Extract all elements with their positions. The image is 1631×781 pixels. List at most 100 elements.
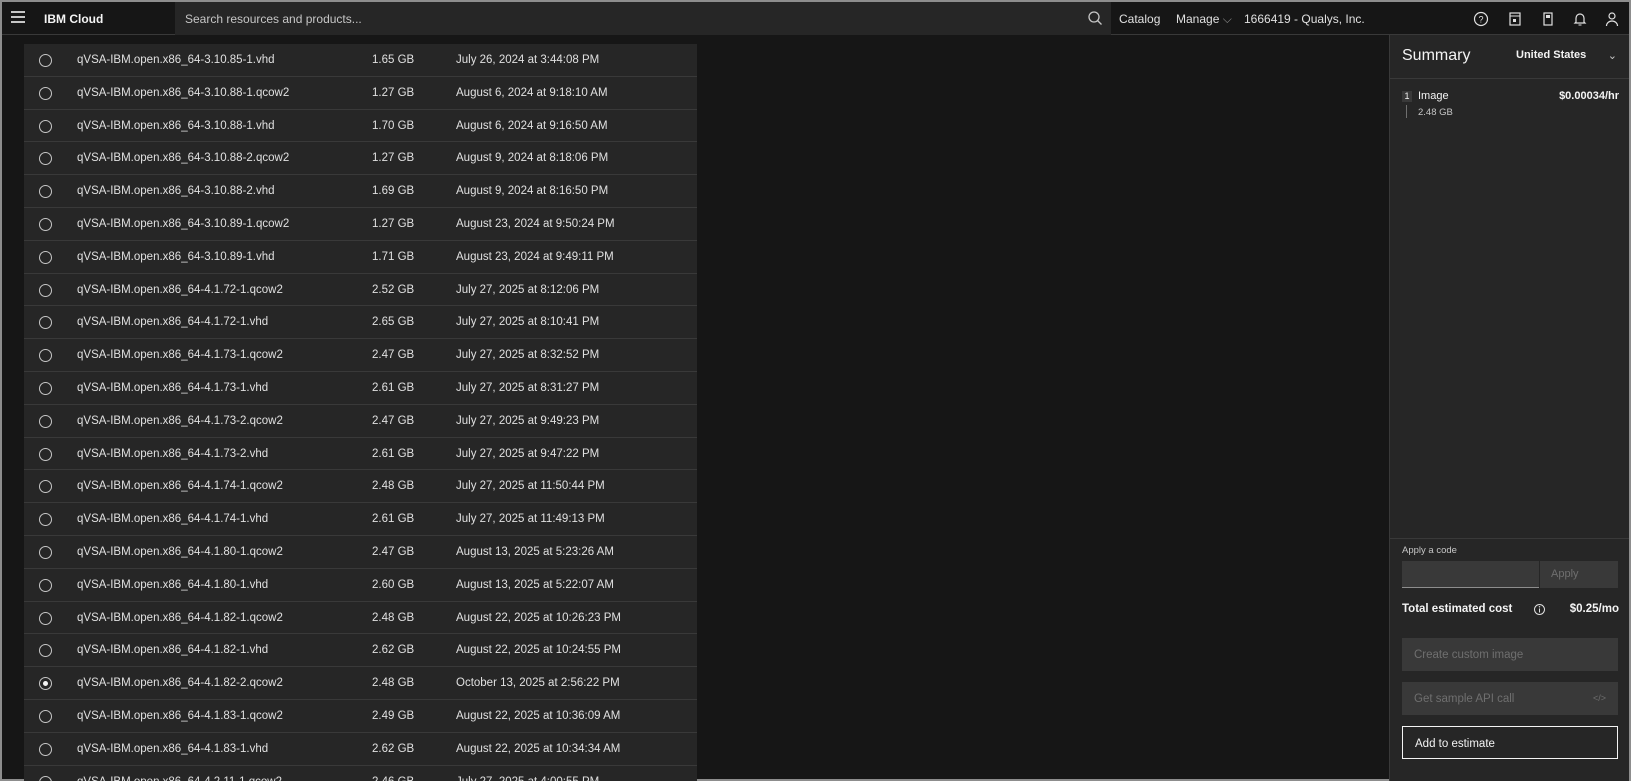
image-created-date: August 9, 2024 at 8:18:06 PM	[456, 152, 609, 165]
row-radio-button[interactable]	[39, 611, 52, 625]
table-row[interactable]: qVSA-IBM.open.x86_64-4.2.11-1.qcow2 2.46…	[24, 765, 697, 781]
row-radio-button[interactable]	[39, 677, 52, 691]
image-created-date: July 27, 2025 at 11:49:13 PM	[456, 513, 605, 526]
calculator-icon[interactable]	[1539, 10, 1557, 28]
chevron-down-icon[interactable]: ⌄	[1608, 49, 1617, 62]
table-row[interactable]: qVSA-IBM.open.x86_64-3.10.88-1.qcow2 1.2…	[24, 76, 697, 110]
table-row[interactable]: qVSA-IBM.open.x86_64-4.1.80-1.qcow2 2.47…	[24, 536, 697, 569]
image-name: qVSA-IBM.open.x86_64-3.10.89-1.vhd	[77, 250, 275, 263]
image-name: qVSA-IBM.open.x86_64-4.1.73-2.vhd	[77, 447, 269, 460]
table-row[interactable]: qVSA-IBM.open.x86_64-3.10.88-2.vhd 1.69 …	[24, 175, 697, 208]
row-radio-button[interactable]	[39, 546, 52, 559]
image-created-date: July 27, 2025 at 8:12:06 PM	[456, 283, 600, 296]
info-icon[interactable]	[1533, 603, 1546, 616]
row-radio-button[interactable]	[39, 578, 52, 592]
image-name: qVSA-IBM.open.x86_64-4.1.80-1.qcow2	[77, 546, 283, 558]
manage-menu[interactable]: Manage ⌵	[1176, 12, 1232, 27]
divider	[1390, 78, 1629, 79]
image-size: 1.27 GB	[372, 152, 415, 165]
table-row[interactable]: qVSA-IBM.open.x86_64-3.10.88-1.vhd 1.70 …	[24, 109, 697, 143]
table-row[interactable]: qVSA-IBM.open.x86_64-4.1.73-1.vhd 2.61 G…	[24, 372, 697, 405]
row-radio-button[interactable]	[39, 349, 52, 363]
create-custom-image-button[interactable]: Create custom image	[1402, 638, 1618, 671]
row-radio-button[interactable]	[39, 119, 52, 133]
menu-icon[interactable]	[11, 11, 25, 23]
image-size: 2.61 GB	[372, 447, 415, 460]
image-created-date: July 27, 2025 at 11:50:44 PM	[456, 480, 605, 493]
image-created-date: July 27, 2025 at 8:10:41 PM	[456, 316, 600, 329]
catalog-link[interactable]: Catalog	[1119, 12, 1160, 26]
api-button-label: Get sample API call	[1414, 693, 1515, 705]
row-radio-button[interactable]	[39, 185, 52, 199]
image-size: 2.48 GB	[372, 677, 415, 690]
region-select[interactable]: United States	[1516, 49, 1586, 61]
image-created-date: August 13, 2025 at 5:22:07 AM	[456, 578, 614, 591]
apply-button[interactable]: Apply	[1540, 561, 1618, 588]
table-row[interactable]: qVSA-IBM.open.x86_64-4.1.74-1.vhd 2.61 G…	[24, 503, 697, 536]
row-radio-button[interactable]	[39, 480, 52, 494]
table-row[interactable]: qVSA-IBM.open.x86_64-4.1.73-2.vhd 2.61 G…	[24, 437, 697, 471]
user-icon[interactable]	[1603, 10, 1621, 28]
summary-title: Summary	[1402, 47, 1471, 64]
table-row[interactable]: qVSA-IBM.open.x86_64-4.1.80-1.vhd 2.60 G…	[24, 568, 697, 602]
search-input[interactable]	[185, 2, 1045, 35]
row-radio-button[interactable]	[39, 775, 52, 781]
row-radio-button[interactable]	[39, 86, 52, 100]
row-radio-button[interactable]	[39, 218, 52, 231]
code-icon: </>	[1592, 693, 1606, 703]
image-size: 1.27 GB	[372, 218, 415, 230]
row-radio-button[interactable]	[39, 644, 52, 658]
row-radio-button[interactable]	[39, 283, 52, 297]
cost-estimator-icon[interactable]	[1506, 10, 1524, 28]
image-size: 2.61 GB	[372, 513, 415, 526]
search-icon[interactable]	[1087, 10, 1103, 26]
row-radio-button[interactable]	[39, 316, 52, 330]
add-to-estimate-button[interactable]: Add to estimate	[1402, 726, 1618, 759]
item-label: Image	[1418, 90, 1449, 102]
table-row[interactable]: qVSA-IBM.open.x86_64-3.10.85-1.vhd 1.65 …	[24, 44, 697, 77]
svg-text:?: ?	[1478, 15, 1483, 25]
row-radio-button[interactable]	[39, 54, 52, 67]
row-radio-button[interactable]	[39, 250, 52, 264]
table-row[interactable]: qVSA-IBM.open.x86_64-3.10.89-1.qcow2 1.2…	[24, 208, 697, 241]
image-name: qVSA-IBM.open.x86_64-3.10.88-2.qcow2	[77, 152, 290, 165]
brand-logo[interactable]: IBM Cloud	[44, 12, 103, 26]
image-created-date: August 22, 2025 at 10:34:34 AM	[456, 742, 621, 755]
table-row[interactable]: qVSA-IBM.open.x86_64-4.1.82-1.vhd 2.62 G…	[24, 634, 697, 668]
table-row[interactable]: qVSA-IBM.open.x86_64-4.1.82-2.qcow2 2.48…	[24, 667, 697, 700]
help-icon[interactable]: ?	[1472, 10, 1490, 28]
table-row[interactable]: qVSA-IBM.open.x86_64-3.10.88-2.qcow2 1.2…	[24, 142, 697, 176]
table-row[interactable]: qVSA-IBM.open.x86_64-3.10.89-1.vhd 1.71 …	[24, 240, 697, 274]
image-name: qVSA-IBM.open.x86_64-4.1.73-1.qcow2	[77, 349, 283, 362]
row-radio-button[interactable]	[39, 710, 52, 723]
summary-panel: Summary United States ⌄ 1 Image $0.00034…	[1389, 35, 1629, 781]
image-created-date: August 22, 2025 at 10:24:55 PM	[456, 644, 621, 657]
notification-icon[interactable]	[1571, 10, 1589, 28]
row-radio-button[interactable]	[39, 447, 52, 461]
row-radio-button[interactable]	[39, 742, 52, 756]
image-size: 2.62 GB	[372, 742, 415, 755]
table-row[interactable]: qVSA-IBM.open.x86_64-4.1.73-2.qcow2 2.47…	[24, 404, 697, 438]
promo-code-input[interactable]	[1402, 561, 1539, 588]
row-radio-button[interactable]	[39, 152, 52, 166]
image-created-date: July 26, 2024 at 3:44:08 PM	[456, 54, 600, 66]
table-row[interactable]: qVSA-IBM.open.x86_64-4.1.83-1.qcow2 2.49…	[24, 700, 697, 733]
table-row[interactable]: qVSA-IBM.open.x86_64-4.1.72-1.qcow2 2.52…	[24, 273, 697, 307]
table-row[interactable]: qVSA-IBM.open.x86_64-4.1.72-1.vhd 2.65 G…	[24, 306, 697, 340]
image-created-date: October 13, 2025 at 2:56:22 PM	[456, 677, 620, 690]
image-size: 2.60 GB	[372, 578, 415, 591]
table-row[interactable]: qVSA-IBM.open.x86_64-4.1.82-1.qcow2 2.48…	[24, 601, 697, 635]
account-switcher[interactable]: 1666419 - Qualys, Inc.	[1244, 12, 1365, 26]
image-size: 2.47 GB	[372, 349, 415, 362]
total-label: Total estimated cost	[1402, 603, 1513, 615]
row-radio-button[interactable]	[39, 513, 52, 527]
row-radio-button[interactable]	[39, 382, 52, 395]
get-sample-api-call-button[interactable]: Get sample API call </>	[1402, 682, 1618, 715]
image-size: 2.47 GB	[372, 546, 415, 558]
row-radio-button[interactable]	[39, 414, 52, 428]
table-row[interactable]: qVSA-IBM.open.x86_64-4.1.74-1.qcow2 2.48…	[24, 470, 697, 504]
table-row[interactable]: qVSA-IBM.open.x86_64-4.1.73-1.qcow2 2.47…	[24, 339, 697, 372]
table-row[interactable]: qVSA-IBM.open.x86_64-4.1.83-1.vhd 2.62 G…	[24, 732, 697, 766]
image-size: 1.69 GB	[372, 185, 415, 198]
divider	[1390, 538, 1629, 539]
